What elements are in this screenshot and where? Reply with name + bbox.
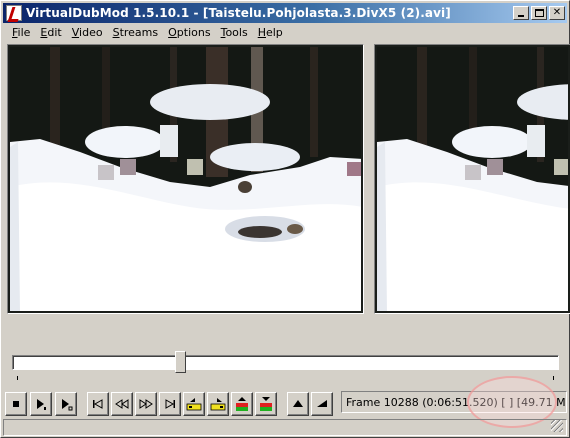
menu-edit[interactable]: Edit	[35, 24, 66, 42]
minimize-button[interactable]	[513, 6, 529, 20]
prev-scene-icon	[236, 397, 248, 411]
close-button[interactable]: ✕	[549, 6, 565, 20]
go-to-end-button[interactable]	[159, 392, 181, 416]
menu-video[interactable]: Video	[67, 24, 108, 42]
app-icon[interactable]	[6, 5, 22, 21]
maximize-button[interactable]	[531, 6, 547, 20]
timeline-thumb[interactable]	[175, 351, 187, 379]
close-icon: ✕	[552, 7, 562, 18]
input-video-frame-image	[10, 47, 361, 311]
menu-help[interactable]: Help	[253, 24, 288, 42]
next-frame-button[interactable]	[135, 392, 157, 416]
mark-out-button[interactable]	[311, 392, 333, 416]
timeline-tick-end	[553, 376, 554, 380]
stop-icon	[13, 401, 19, 407]
input-frame	[10, 47, 361, 311]
frame-status-text: Frame 10288 (0:06:51.520) [ ] [49.71 MB]	[346, 395, 567, 409]
menu-file[interactable]: File	[7, 24, 35, 42]
menu-tools[interactable]: Tools	[216, 24, 253, 42]
timeline-track[interactable]	[12, 355, 559, 370]
previous-scene-button[interactable]	[231, 392, 253, 416]
next-scene-icon	[260, 397, 272, 411]
stop-button[interactable]	[5, 392, 27, 416]
menu-streams[interactable]: Streams	[108, 24, 164, 42]
output-frame	[377, 47, 568, 311]
pane-divider	[364, 44, 374, 314]
play-output-icon	[62, 399, 73, 411]
minimize-icon	[518, 15, 524, 17]
timeline-tick-start	[17, 376, 18, 380]
mark-out-icon	[317, 400, 327, 407]
next-keyframe-button[interactable]	[207, 392, 229, 416]
mark-in-icon	[293, 400, 303, 407]
play-input-icon	[37, 399, 46, 410]
title-bar[interactable]: VirtualDubMod 1.5.10.1 - [Taistelu.Pohjo…	[3, 3, 567, 23]
output-video-frame-image	[377, 47, 568, 311]
mark-in-button[interactable]	[287, 392, 309, 416]
previous-keyframe-button[interactable]	[183, 392, 205, 416]
resize-grip-icon[interactable]	[551, 420, 563, 432]
previous-frame-button[interactable]	[111, 392, 133, 416]
output-video-pane[interactable]	[374, 44, 570, 314]
status-bar	[3, 419, 567, 436]
play-input-button[interactable]	[30, 392, 52, 416]
main-window: VirtualDubMod 1.5.10.1 - [Taistelu.Pohjo…	[0, 0, 570, 438]
prev-frame-icon	[115, 399, 129, 409]
go-to-start-button[interactable]	[87, 392, 109, 416]
start-icon	[93, 399, 103, 409]
play-output-button[interactable]	[55, 392, 77, 416]
next-keyframe-icon	[210, 398, 226, 411]
next-frame-icon	[139, 399, 153, 409]
input-video-pane[interactable]	[7, 44, 364, 314]
prev-keyframe-icon	[186, 398, 202, 411]
menu-bar: File Edit Video Streams Options Tools He…	[3, 24, 567, 42]
maximize-icon	[535, 9, 544, 17]
end-icon	[165, 399, 175, 409]
menu-options[interactable]: Options	[163, 24, 215, 42]
window-title: VirtualDubMod 1.5.10.1 - [Taistelu.Pohjo…	[26, 6, 451, 20]
frame-position-readout: Frame 10288 (0:06:51.520) [ ] [49.71 MB]	[341, 391, 567, 413]
next-scene-button[interactable]	[255, 392, 277, 416]
window-controls: ✕	[511, 6, 565, 20]
